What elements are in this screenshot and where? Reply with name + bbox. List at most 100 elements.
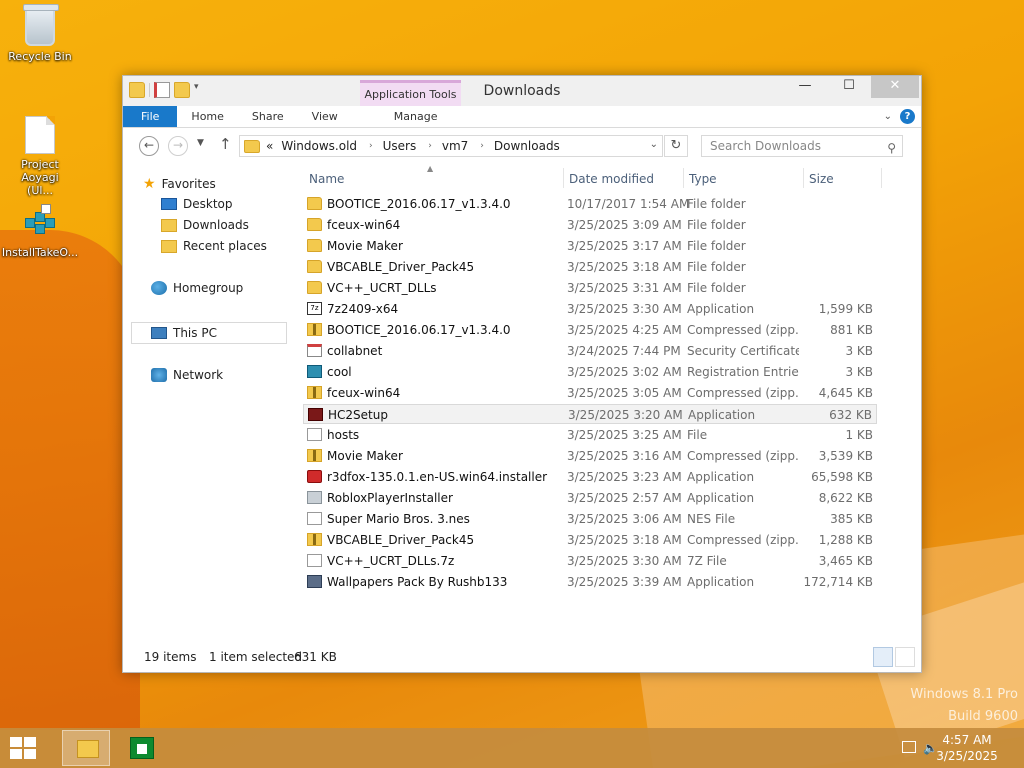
file-size: 8,622 KB xyxy=(818,491,873,505)
breadcrumb-vm7[interactable]: vm7 xyxy=(442,139,468,153)
file-row[interactable]: r3dfox-135.0.1.en-US.win64.installer 3/25… xyxy=(303,467,877,487)
recycle-bin-icon xyxy=(22,4,59,48)
minimize-button[interactable]: — xyxy=(783,76,827,98)
file-row[interactable]: BOOTICE_2016.06.17_v1.3.4.0 3/25/2025 4:2… xyxy=(303,320,877,340)
file-row[interactable]: fceux-win64 3/25/2025 3:05 AM Compressed (… xyxy=(303,383,877,403)
nav-downloads[interactable]: Downloads xyxy=(161,218,249,232)
network-status-icon[interactable] xyxy=(902,741,916,753)
address-row: ← → ▼ ↑ « Windows.old › Users › vm7 › Do… xyxy=(123,128,921,162)
column-header-type[interactable]: Type xyxy=(689,172,717,186)
clock[interactable]: 4:57 AM 3/25/2025 xyxy=(932,732,1002,764)
folder-icon xyxy=(307,260,322,273)
maximize-button[interactable]: ☐ xyxy=(827,76,871,98)
recent-locations-chevron-icon[interactable]: ▼ xyxy=(197,138,204,148)
start-button[interactable] xyxy=(10,737,38,761)
up-arrow-icon[interactable]: ↑ xyxy=(219,135,232,153)
breadcrumb-users[interactable]: Users xyxy=(383,139,417,153)
taskbar-file-explorer[interactable] xyxy=(62,730,110,766)
address-overflow[interactable]: « xyxy=(266,139,273,153)
chevron-right-icon[interactable]: › xyxy=(428,141,432,151)
file-row[interactable]: HC2Setup 3/25/2025 3:20 AM Application 632 … xyxy=(303,404,877,424)
file-name: VBCABLE_Driver_Pack45 xyxy=(327,533,475,547)
file-row[interactable]: VBCABLE_Driver_Pack45 3/25/2025 3:18 AM Fi… xyxy=(303,257,877,277)
desktop-icon-recycle-bin[interactable]: Recycle Bin xyxy=(0,4,80,63)
file-size: 1,288 KB xyxy=(818,533,873,547)
file-type: File folder xyxy=(687,239,746,253)
document-icon xyxy=(22,116,58,156)
file-row[interactable]: cool 3/25/2025 3:02 AM Registration Entrie… xyxy=(303,362,877,382)
back-button[interactable]: ← xyxy=(139,136,159,156)
file-date: 10/17/2017 1:54 AM xyxy=(567,197,690,211)
hc2-icon xyxy=(308,408,323,421)
file-size: 881 KB xyxy=(830,323,873,337)
forward-button[interactable]: → xyxy=(168,136,188,156)
expand-ribbon-icon[interactable]: ⌄ xyxy=(884,111,892,122)
taskbar: 🔈 4:57 AM 3/25/2025 xyxy=(0,728,1024,768)
file-size: 385 KB xyxy=(830,512,873,526)
nav-homegroup[interactable]: Homegroup xyxy=(151,281,243,295)
folder-icon xyxy=(244,139,260,153)
chevron-right-icon[interactable]: › xyxy=(369,141,373,151)
file-row[interactable]: Wallpapers Pack By Rushb133 3/25/2025 3:3… xyxy=(303,572,877,592)
close-button[interactable]: ✕ xyxy=(871,76,919,98)
file-row[interactable]: BOOTICE_2016.06.17_v1.3.4.0 10/17/2017 1:… xyxy=(303,194,877,214)
registry-icon xyxy=(22,204,58,244)
tab-file[interactable]: File xyxy=(123,106,178,127)
large-icons-view-button[interactable] xyxy=(895,647,915,667)
address-bar[interactable]: « Windows.old › Users › vm7 › Downloads … xyxy=(239,135,663,157)
breadcrumb-windows-old[interactable]: Windows.old xyxy=(281,139,357,153)
watermark-build: Build 9600 xyxy=(948,709,1018,724)
file-row[interactable]: collabnet 3/24/2025 7:44 PM Security Certi… xyxy=(303,341,877,361)
column-header-size[interactable]: Size xyxy=(809,172,834,186)
details-view-button[interactable] xyxy=(873,647,893,667)
desktop-icon-installtakeo[interactable]: InstallTakeO... xyxy=(0,204,80,259)
column-header-date[interactable]: Date modified xyxy=(569,172,654,186)
file-type: File folder xyxy=(687,281,746,295)
file-row[interactable]: fceux-win64 3/25/2025 3:09 AM File folder xyxy=(303,215,877,235)
file-type: Compressed (zipp... xyxy=(687,323,799,337)
file-row[interactable]: Movie Maker 3/25/2025 3:16 AM Compressed (… xyxy=(303,446,877,466)
file-name: VC++_UCRT_DLLs xyxy=(327,281,437,295)
help-icon[interactable]: ? xyxy=(900,109,915,124)
nav-this-pc[interactable]: This PC xyxy=(151,326,217,340)
zip-icon xyxy=(307,323,322,336)
column-header-name[interactable]: Name xyxy=(309,172,344,186)
tab-view[interactable]: View xyxy=(298,106,352,127)
file-type: Application xyxy=(687,491,755,505)
search-input[interactable]: Search Downloads ⚲ xyxy=(701,135,903,157)
file-row[interactable]: 7z 7z2409-x64 3/25/2025 3:30 AM Application… xyxy=(303,299,877,319)
file-row[interactable]: Movie Maker 3/25/2025 3:17 AM File folder xyxy=(303,236,877,256)
chevron-right-icon[interactable]: › xyxy=(480,141,484,151)
nav-network[interactable]: Network xyxy=(151,368,223,382)
file-date: 3/25/2025 3:25 AM xyxy=(567,428,682,442)
file-name: fceux-win64 xyxy=(327,386,401,400)
file-row[interactable]: VC++_UCRT_DLLs.7z 3/25/2025 3:30 AM 7Z Fil… xyxy=(303,551,877,571)
nav-desktop[interactable]: Desktop xyxy=(161,197,233,211)
file-row[interactable]: Super Mario Bros. 3.nes 3/25/2025 3:06 AM… xyxy=(303,509,877,529)
nav-favorites[interactable]: ★ Favorites xyxy=(143,176,216,192)
file-list: ▲ Name Date modified Type Size BOOTICE_2… xyxy=(301,162,901,640)
file-row[interactable]: VBCABLE_Driver_Pack45 3/25/2025 3:18 AM Co… xyxy=(303,530,877,550)
file-size: 1,599 KB xyxy=(818,302,873,316)
desktop-icon xyxy=(161,198,177,210)
folder-icon xyxy=(307,197,322,210)
nav-recent-places[interactable]: Recent places xyxy=(161,239,267,253)
file-row[interactable]: RobloxPlayerInstaller 3/25/2025 2:57 AM Ap… xyxy=(303,488,877,508)
taskbar-store[interactable] xyxy=(120,730,168,766)
file-row[interactable]: hosts 3/25/2025 3:25 AM File 1 KB xyxy=(303,425,877,445)
tab-share[interactable]: Share xyxy=(238,106,298,127)
address-dropdown-icon[interactable]: ⌄ xyxy=(650,139,658,150)
desktop-icon-project-aoyagi[interactable]: Project Aoyagi (Ul... xyxy=(0,116,80,197)
tab-manage[interactable]: Manage xyxy=(366,106,466,127)
tab-home[interactable]: Home xyxy=(177,106,237,127)
folder-icon xyxy=(307,281,322,294)
file-type: File folder xyxy=(687,218,746,232)
title-bar[interactable]: ▾ Application Tools Downloads — ☐ ✕ xyxy=(123,76,921,106)
refresh-button[interactable]: ↻ xyxy=(664,135,688,157)
status-size: 631 KB xyxy=(294,650,337,664)
breadcrumb-downloads[interactable]: Downloads xyxy=(494,139,560,153)
file-row[interactable]: VC++_UCRT_DLLs 3/25/2025 3:31 AM File fold… xyxy=(303,278,877,298)
file-date: 3/25/2025 3:18 AM xyxy=(567,260,682,274)
clock-time: 4:57 AM xyxy=(942,733,992,747)
file-name: BOOTICE_2016.06.17_v1.3.4.0 xyxy=(327,323,511,337)
